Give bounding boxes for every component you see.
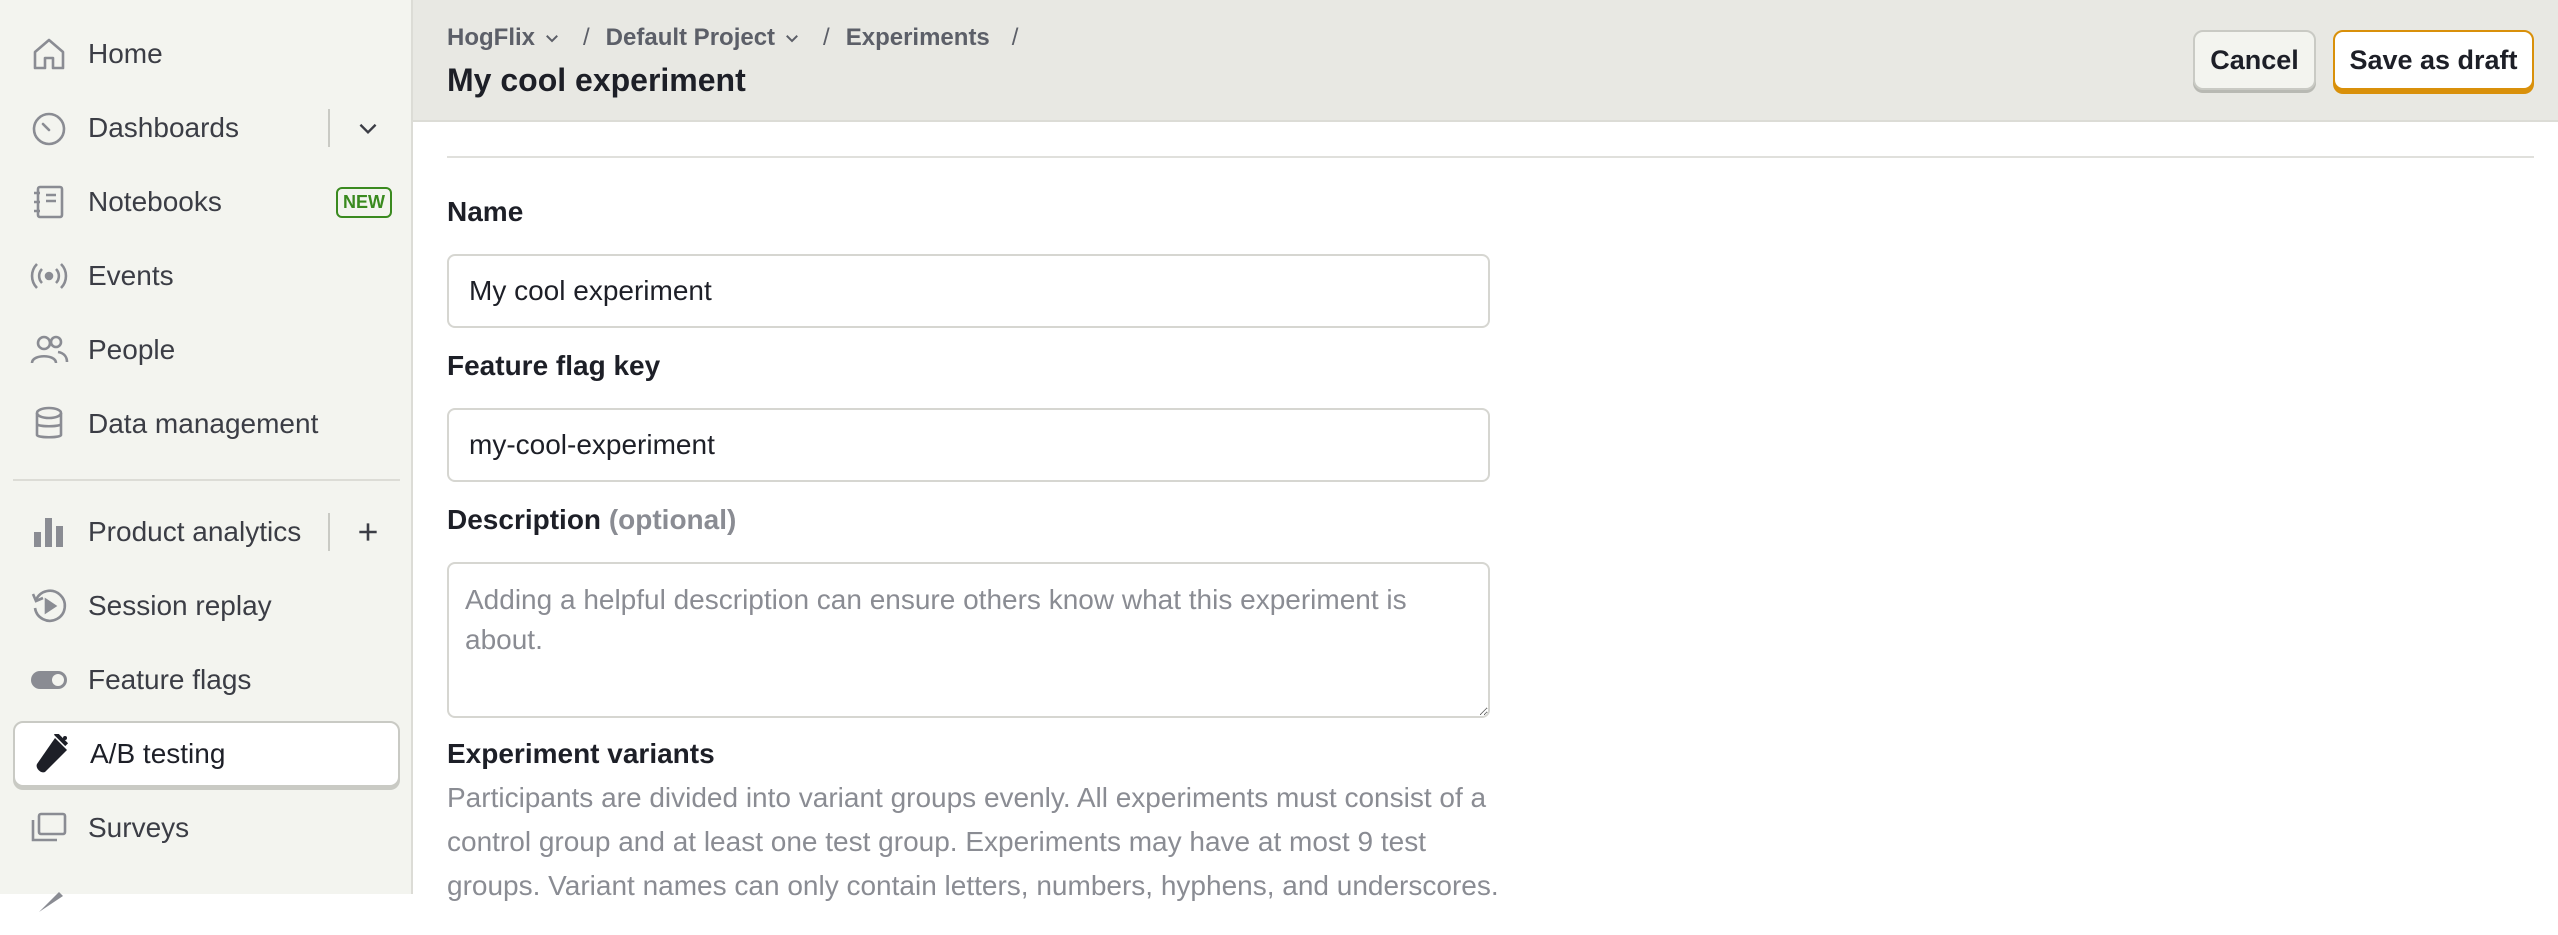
sidebar-item-label: Surveys <box>88 812 190 843</box>
experiment-form: Name Feature flag key Description (optio… <box>413 122 2558 901</box>
breadcrumb-organization[interactable]: HogFlix <box>447 24 561 52</box>
sidebar-item-notebooks[interactable]: Notebooks NEW <box>13 169 400 235</box>
sidebar-item-label: Data management <box>88 408 319 439</box>
breadcrumb-label: HogFlix <box>447 24 535 51</box>
sidebar-item-label: Dashboards <box>88 112 239 143</box>
chevron-down-icon <box>786 35 798 43</box>
optional-hint: (optional) <box>608 504 737 535</box>
new-insight-button[interactable] <box>348 512 388 552</box>
breadcrumb-separator: / <box>1011 24 1019 51</box>
sidebar-item-label: Product analytics <box>88 516 302 547</box>
breadcrumb: HogFlix / Default Project / Experiments … <box>447 24 1034 52</box>
home-icon <box>27 32 71 76</box>
page-title: My cool experiment <box>447 62 746 98</box>
broadcast-icon <box>27 254 71 298</box>
sidebar-item-surveys[interactable]: Surveys <box>13 795 400 861</box>
save-as-draft-button[interactable]: Save as draft <box>2333 30 2534 90</box>
breadcrumb-separator: / <box>583 24 590 51</box>
sidebar-item-people[interactable]: People <box>13 317 400 383</box>
sidebar-item-dashboards[interactable]: Dashboards <box>13 95 400 161</box>
sidebar-item-label: Session replay <box>88 590 272 621</box>
new-badge: NEW <box>336 186 392 218</box>
cancel-button[interactable]: Cancel <box>2193 30 2316 90</box>
replay-icon <box>27 584 71 628</box>
sidebar-item-events[interactable]: Events <box>13 243 400 309</box>
breadcrumb-label: Default Project <box>605 24 776 51</box>
divider <box>447 156 2534 158</box>
sidebar-item-label: Home <box>88 38 163 69</box>
sidebar-item-product-analytics[interactable]: Product analytics <box>13 499 400 565</box>
sidebar: Home Dashboards Notebooks NEW Events Peo… <box>0 0 413 912</box>
name-label: Name <box>447 196 524 227</box>
expand-dashboards-button[interactable] <box>348 108 388 148</box>
sidebar-divider <box>13 479 400 481</box>
breadcrumb-label: Experiments <box>845 24 990 51</box>
feature-flag-key-label: Feature flag key <box>447 350 661 381</box>
chevron-down-icon <box>359 123 377 135</box>
people-icon <box>27 328 71 372</box>
breadcrumb-experiments[interactable]: Experiments <box>846 24 990 52</box>
name-input[interactable] <box>447 254 1490 328</box>
sidebar-item-label: People <box>88 334 176 365</box>
breadcrumb-project[interactable]: Default Project <box>606 24 801 52</box>
sidebar-item-data-management[interactable]: Data management <box>13 391 400 457</box>
description-textarea[interactable] <box>447 562 1490 718</box>
toggle-icon <box>27 658 71 702</box>
breadcrumb-separator: / <box>823 24 830 51</box>
sidebar-item-feature-flags[interactable]: Feature flags <box>13 647 400 713</box>
top-bar: HogFlix / Default Project / Experiments … <box>413 0 2558 122</box>
dashboard-gauge-icon <box>27 106 71 150</box>
sidebar-item-home[interactable]: Home <box>13 21 400 87</box>
sidebar-item-ab-testing[interactable]: A/B testing <box>13 721 400 787</box>
survey-icon <box>27 806 71 850</box>
sidebar-item-label: A/B testing <box>90 738 226 769</box>
divider <box>328 513 330 551</box>
sidebar-item-session-replay[interactable]: Session replay <box>13 573 400 639</box>
flask-icon <box>29 732 73 776</box>
database-icon <box>27 402 71 446</box>
bar-chart-icon <box>27 510 71 554</box>
sidebar-item-partial[interactable] <box>13 869 400 935</box>
notebook-icon <box>27 180 71 224</box>
sidebar-item-label: Notebooks <box>88 186 222 217</box>
description-label-text: Description <box>447 504 602 535</box>
variants-help-text: Participants are divided into variant gr… <box>447 782 1499 901</box>
sidebar-item-label: Feature flags <box>88 664 252 695</box>
sidebar-item-label: Events <box>88 260 174 291</box>
experiment-variants-label: Experiment variants <box>447 738 715 769</box>
partial-icon <box>27 880 71 924</box>
plus-icon <box>359 523 377 541</box>
description-label: Description (optional) <box>447 504 736 536</box>
divider <box>328 109 330 147</box>
feature-flag-key-input[interactable] <box>447 408 1490 482</box>
chevron-down-icon <box>546 35 558 43</box>
